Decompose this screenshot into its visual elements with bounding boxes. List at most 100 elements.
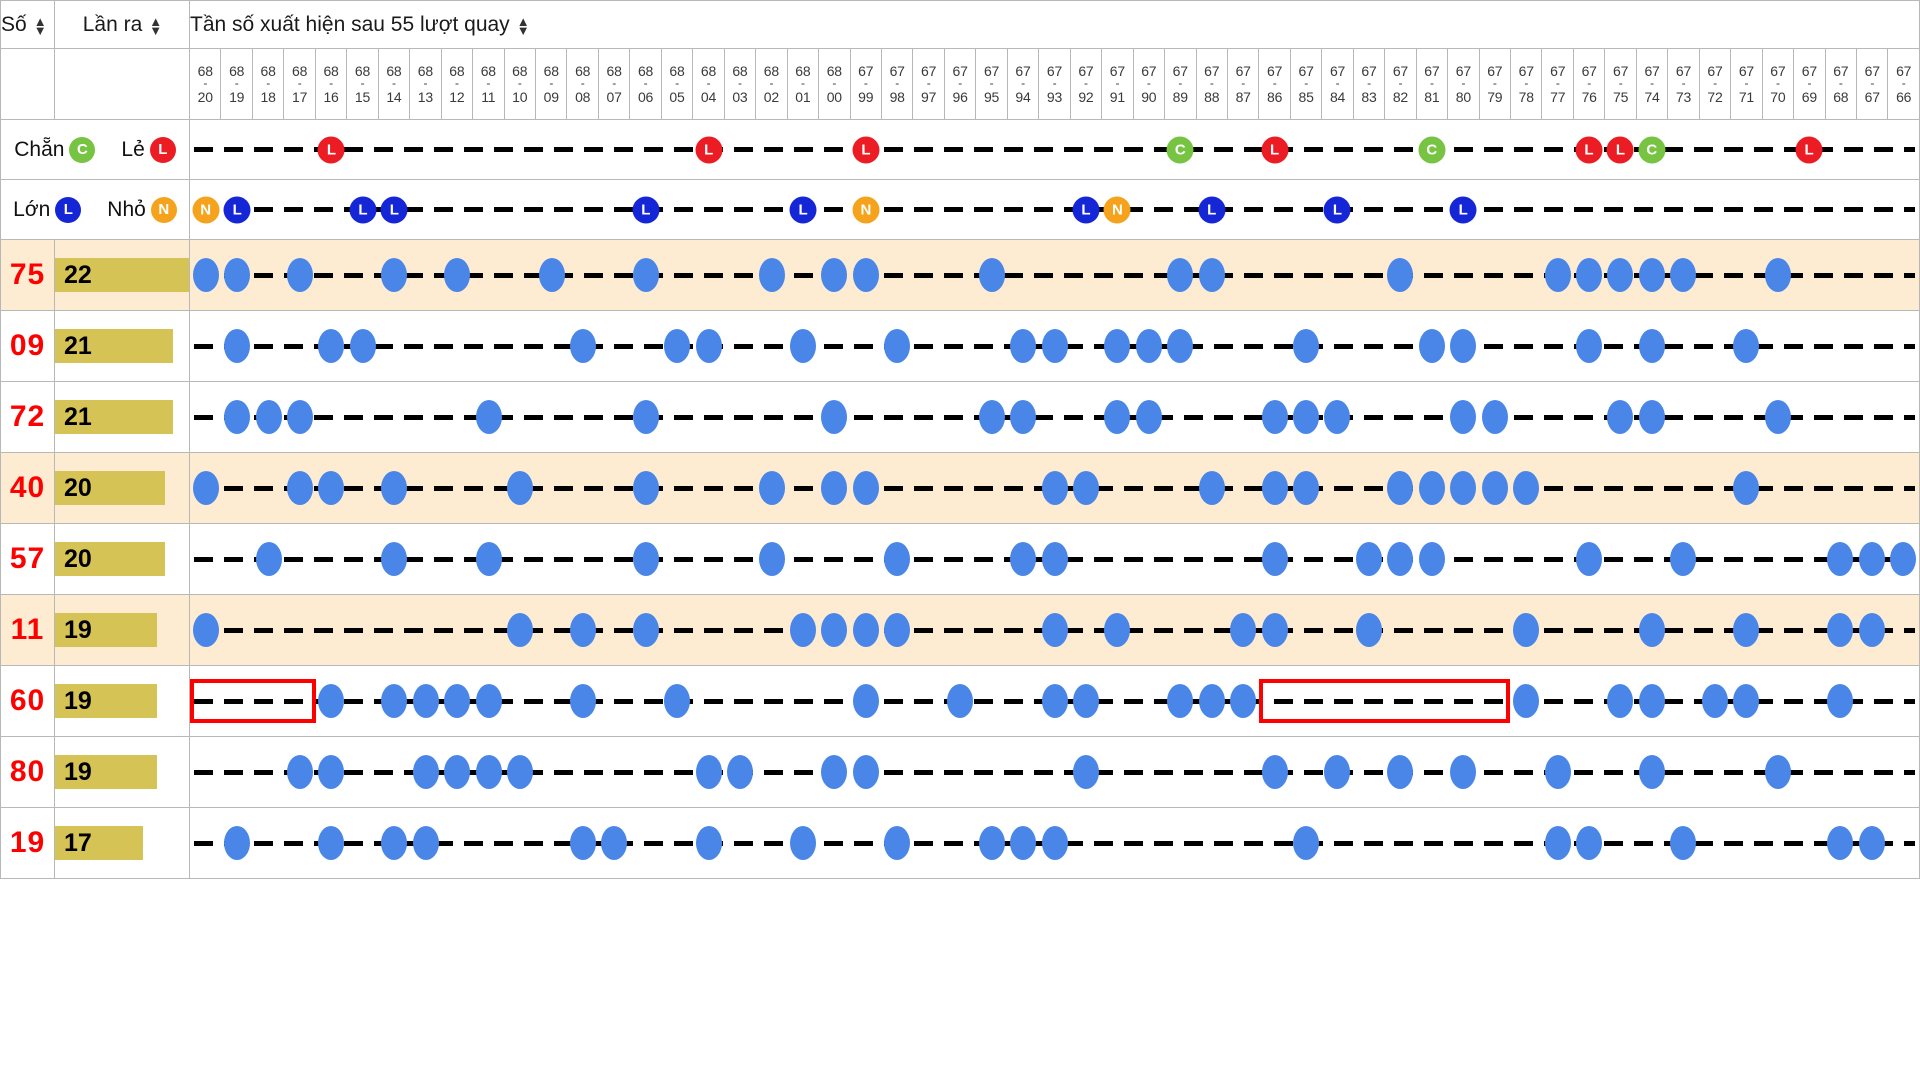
marker-badge[interactable]: L	[1072, 196, 1100, 223]
marker-badge[interactable]: N	[1103, 196, 1131, 223]
hit-dot[interactable]	[1387, 471, 1414, 505]
hit-dot[interactable]	[224, 826, 251, 860]
hit-dot[interactable]	[1638, 400, 1665, 434]
hit-dot[interactable]	[255, 400, 282, 434]
hit-dot[interactable]	[1198, 471, 1225, 505]
hit-dot[interactable]	[1638, 258, 1665, 292]
hit-dot[interactable]	[1733, 471, 1760, 505]
marker-badge[interactable]: L	[632, 196, 660, 223]
hit-dot[interactable]	[1544, 826, 1571, 860]
hit-dot[interactable]	[1827, 826, 1854, 860]
hit-dot[interactable]	[381, 471, 408, 505]
hit-dot[interactable]	[1041, 684, 1068, 718]
hit-dot[interactable]	[381, 684, 408, 718]
hit-dot[interactable]	[1450, 471, 1477, 505]
hit-dot[interactable]	[287, 400, 314, 434]
hit-dot[interactable]	[1607, 258, 1634, 292]
marker-badge[interactable]: L	[317, 136, 345, 163]
marker-badge[interactable]: L	[223, 196, 251, 223]
hit-dot[interactable]	[884, 329, 911, 363]
hit-dot[interactable]	[884, 542, 911, 576]
hit-dot[interactable]	[1544, 755, 1571, 789]
hit-dot[interactable]	[1261, 471, 1288, 505]
hit-dot[interactable]	[569, 684, 596, 718]
marker-badge[interactable]: C	[1638, 136, 1666, 163]
hit-dot[interactable]	[790, 826, 817, 860]
hit-dot[interactable]	[1261, 542, 1288, 576]
hit-dot[interactable]	[1858, 613, 1885, 647]
hit-dot[interactable]	[1324, 400, 1351, 434]
hit-dot[interactable]	[475, 755, 502, 789]
hit-dot[interactable]	[790, 329, 817, 363]
marker-badge[interactable]: C	[1166, 136, 1194, 163]
hit-dot[interactable]	[1450, 755, 1477, 789]
hit-dot[interactable]	[1638, 329, 1665, 363]
hit-dot[interactable]	[381, 258, 408, 292]
row-number[interactable]: 11	[0, 594, 55, 666]
hit-dot[interactable]	[1418, 329, 1445, 363]
hit-dot[interactable]	[1733, 684, 1760, 718]
hit-dot[interactable]	[1072, 755, 1099, 789]
hit-dot[interactable]	[632, 613, 659, 647]
hit-dot[interactable]	[1041, 329, 1068, 363]
hit-dot[interactable]	[1230, 613, 1257, 647]
hit-dot[interactable]	[1230, 684, 1257, 718]
hit-dot[interactable]	[192, 258, 219, 292]
hit-dot[interactable]	[1481, 471, 1508, 505]
hit-dot[interactable]	[1575, 826, 1602, 860]
hit-dot[interactable]	[1450, 400, 1477, 434]
hit-dot[interactable]	[569, 613, 596, 647]
hit-dot[interactable]	[1198, 258, 1225, 292]
hit-dot[interactable]	[1041, 542, 1068, 576]
hit-dot[interactable]	[1261, 755, 1288, 789]
hit-dot[interactable]	[1010, 826, 1037, 860]
hit-dot[interactable]	[1041, 826, 1068, 860]
hit-dot[interactable]	[1387, 755, 1414, 789]
hit-dot[interactable]	[758, 258, 785, 292]
hit-dot[interactable]	[381, 826, 408, 860]
hit-dot[interactable]	[224, 329, 251, 363]
hit-dot[interactable]	[1261, 613, 1288, 647]
row-number[interactable]: 72	[0, 381, 55, 453]
hit-dot[interactable]	[632, 400, 659, 434]
hit-dot[interactable]	[287, 258, 314, 292]
marker-badge[interactable]: L	[349, 196, 377, 223]
row-number[interactable]: 40	[0, 452, 55, 524]
hit-dot[interactable]	[318, 755, 345, 789]
hit-dot[interactable]	[1418, 471, 1445, 505]
hit-dot[interactable]	[1575, 329, 1602, 363]
hit-dot[interactable]	[287, 755, 314, 789]
marker-badge[interactable]: L	[695, 136, 723, 163]
marker-badge[interactable]: L	[789, 196, 817, 223]
hit-dot[interactable]	[507, 613, 534, 647]
marker-badge[interactable]: N	[192, 196, 220, 223]
hit-dot[interactable]	[1355, 542, 1382, 576]
hit-dot[interactable]	[1072, 684, 1099, 718]
hit-dot[interactable]	[947, 684, 974, 718]
row-number[interactable]: 80	[0, 736, 55, 808]
hit-dot[interactable]	[1513, 613, 1540, 647]
hit-dot[interactable]	[1387, 258, 1414, 292]
hit-dot[interactable]	[1638, 755, 1665, 789]
hit-dot[interactable]	[1575, 542, 1602, 576]
marker-badge[interactable]: L	[1261, 136, 1289, 163]
hit-dot[interactable]	[1827, 684, 1854, 718]
marker-badge[interactable]: L	[1449, 196, 1477, 223]
row-number[interactable]: 75	[0, 239, 55, 311]
header-count[interactable]: Lần ra ▲ ▼	[54, 0, 190, 49]
row-number[interactable]: 60	[0, 665, 55, 737]
hit-dot[interactable]	[1387, 542, 1414, 576]
hit-dot[interactable]	[790, 613, 817, 647]
hit-dot[interactable]	[1261, 400, 1288, 434]
hit-dot[interactable]	[1513, 471, 1540, 505]
hit-dot[interactable]	[852, 684, 879, 718]
hit-dot[interactable]	[318, 471, 345, 505]
hit-dot[interactable]	[852, 755, 879, 789]
hit-dot[interactable]	[1670, 258, 1697, 292]
hit-dot[interactable]	[852, 471, 879, 505]
hit-dot[interactable]	[1167, 684, 1194, 718]
hit-dot[interactable]	[569, 329, 596, 363]
hit-dot[interactable]	[727, 755, 754, 789]
hit-dot[interactable]	[1041, 471, 1068, 505]
hit-dot[interactable]	[852, 613, 879, 647]
